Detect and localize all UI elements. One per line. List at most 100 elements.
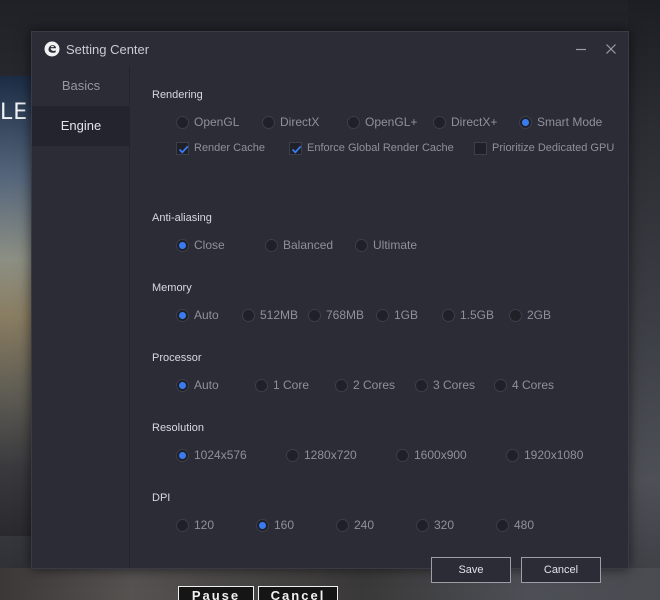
- radio-button[interactable]: [376, 308, 389, 322]
- option-label: Smart Mode: [537, 115, 603, 129]
- checkmark-icon: [291, 145, 302, 154]
- dpi-option-480[interactable]: 480: [496, 517, 534, 533]
- option-label: OpenGL: [194, 115, 240, 129]
- memory-option-1gb[interactable]: 1GB: [376, 307, 418, 323]
- resolution-option-1920x1080[interactable]: 1920x1080: [506, 447, 583, 463]
- radio-button[interactable]: [176, 115, 189, 129]
- option-label: 120: [194, 518, 215, 532]
- processor-option-2-cores[interactable]: 2 Cores: [335, 377, 395, 393]
- dpi-option-120[interactable]: 120: [176, 517, 214, 533]
- processor-option-1-core[interactable]: 1 Core: [255, 377, 309, 393]
- option-label: 320: [434, 518, 455, 532]
- dpi-option-320[interactable]: 320: [416, 517, 454, 533]
- radio-button[interactable]: [433, 115, 446, 129]
- memory-option-768mb[interactable]: 768MB: [308, 307, 364, 323]
- sidebar-item-engine[interactable]: Engine: [32, 106, 130, 146]
- rendering-option-openglplus[interactable]: OpenGL+: [347, 114, 417, 130]
- option-label: 512MB: [260, 308, 299, 322]
- sidebar-item-basics[interactable]: Basics: [32, 66, 130, 106]
- radio-button[interactable]: [415, 378, 428, 392]
- radio-button[interactable]: [176, 378, 189, 392]
- dpi-option-240[interactable]: 240: [336, 517, 374, 533]
- minimize-button[interactable]: [572, 40, 590, 58]
- antialiasing-option-close[interactable]: Close: [176, 237, 225, 253]
- option-label: 4 Cores: [512, 378, 555, 392]
- processor-option-3-cores[interactable]: 3 Cores: [415, 377, 475, 393]
- radio-button[interactable]: [347, 115, 360, 129]
- option-label: DirectX+: [451, 115, 498, 129]
- option-label: 2 Cores: [353, 378, 396, 392]
- radio-button[interactable]: [509, 308, 522, 322]
- radio-button[interactable]: [355, 238, 368, 252]
- option-label: 1GB: [394, 308, 419, 322]
- radio-button[interactable]: [176, 238, 189, 252]
- radio-button[interactable]: [176, 308, 189, 322]
- radio-button[interactable]: [396, 448, 409, 462]
- option-label: 1024x576: [194, 448, 247, 462]
- radio-button[interactable]: [308, 308, 321, 322]
- radio-button[interactable]: [256, 518, 269, 532]
- dpi-option-160[interactable]: 160: [256, 517, 294, 533]
- radio-button[interactable]: [335, 378, 348, 392]
- radio-button[interactable]: [494, 378, 507, 392]
- processor-option-4-cores[interactable]: 4 Cores: [494, 377, 554, 393]
- background-pause-button: Pause: [178, 586, 254, 600]
- settings-window: Setting Center Basics Engine Rendering O…: [31, 31, 629, 583]
- option-label: 768MB: [326, 308, 365, 322]
- close-button[interactable]: [602, 40, 620, 58]
- option-label: 1920x1080: [524, 448, 584, 462]
- memory-option-auto[interactable]: Auto: [176, 307, 219, 323]
- save-button[interactable]: Save: [431, 557, 511, 583]
- radio-button[interactable]: [262, 115, 275, 129]
- radio-button[interactable]: [265, 238, 278, 252]
- rendering-option-smart-mode[interactable]: Smart Mode: [519, 114, 602, 130]
- option-label: Ultimate: [373, 238, 418, 252]
- option-label: 1600x900: [414, 448, 467, 462]
- radio-button[interactable]: [519, 115, 532, 129]
- checkmark-icon: [178, 145, 189, 154]
- antialiasing-option-ultimate[interactable]: Ultimate: [355, 237, 417, 253]
- cancel-button[interactable]: Cancel: [521, 557, 601, 583]
- option-label: 240: [354, 518, 375, 532]
- memory-option-1-5gb[interactable]: 1.5GB: [442, 307, 494, 323]
- rendering-option-opengl[interactable]: OpenGL: [176, 114, 239, 130]
- memory-option-512mb[interactable]: 512MB: [242, 307, 298, 323]
- option-label: 160: [274, 518, 295, 532]
- resolution-option-1024x576[interactable]: 1024x576: [176, 447, 247, 463]
- checkbox[interactable]: [176, 141, 189, 155]
- sidebar: Basics Engine: [32, 66, 130, 568]
- option-label: OpenGL+: [365, 115, 418, 129]
- option-label: 480: [514, 518, 535, 532]
- radio-button[interactable]: [176, 448, 189, 462]
- radio-button[interactable]: [416, 518, 429, 532]
- render-cache-checkbox[interactable]: Render Cache: [176, 140, 265, 156]
- title-bar: Setting Center: [32, 32, 628, 66]
- resolution-option-1280x720[interactable]: 1280x720: [286, 447, 357, 463]
- dpi-section-title: DPI: [152, 492, 171, 504]
- resolution-section-title: Resolution: [152, 422, 204, 434]
- option-label: 1280x720: [304, 448, 357, 462]
- radio-button[interactable]: [255, 378, 268, 392]
- radio-button[interactable]: [176, 518, 189, 532]
- antialiasing-option-balanced[interactable]: Balanced: [265, 237, 333, 253]
- rendering-option-directx[interactable]: DirectX: [262, 114, 319, 130]
- checkbox[interactable]: [474, 141, 487, 155]
- radio-button[interactable]: [336, 518, 349, 532]
- option-label: 3 Cores: [433, 378, 476, 392]
- rendering-option-directxplus[interactable]: DirectX+: [433, 114, 497, 130]
- radio-button[interactable]: [496, 518, 509, 532]
- antialiasing-section-title: Anti-aliasing: [152, 212, 212, 224]
- rendering-section-title: Rendering: [152, 89, 203, 101]
- processor-option-auto[interactable]: Auto: [176, 377, 219, 393]
- checkbox[interactable]: [289, 141, 302, 155]
- prioritize-dedicated-gpu-checkbox[interactable]: Prioritize Dedicated GPU: [474, 140, 614, 156]
- enforce-global-render-cache-checkbox[interactable]: Enforce Global Render Cache: [289, 140, 454, 156]
- radio-button[interactable]: [286, 448, 299, 462]
- option-label: 2GB: [527, 308, 552, 322]
- radio-button[interactable]: [506, 448, 519, 462]
- radio-button[interactable]: [442, 308, 455, 322]
- resolution-option-1600x900[interactable]: 1600x900: [396, 447, 467, 463]
- background-cancel-button: Cancel: [258, 586, 338, 600]
- memory-option-2gb[interactable]: 2GB: [509, 307, 551, 323]
- radio-button[interactable]: [242, 308, 255, 322]
